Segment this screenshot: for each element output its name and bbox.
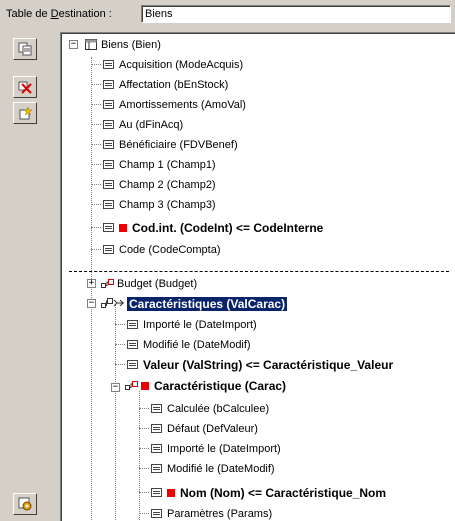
copy-table-button[interactable] [13,38,37,60]
field-icon [151,509,162,518]
tree-field[interactable]: Importé le (DateImport) [151,440,281,457]
tree-field[interactable]: Champ 2 (Champ2) [103,176,216,193]
field-icon [103,120,114,129]
tree-field[interactable]: Importé le (DateImport) [127,316,257,333]
destination-table-input[interactable] [141,5,451,23]
field-icon [151,444,162,453]
tree-field-mapped[interactable]: Valeur (ValString) <= Caractéristique_Va… [127,356,393,373]
tree-field[interactable]: Calculée (bCalculee) [151,400,269,417]
tree-link-budget[interactable]: Budget (Budget) [101,275,197,292]
collapse-carac-link-toggle[interactable]: − [111,383,120,392]
tree-field-mapped[interactable]: Nom (Nom) <= Caractéristique_Nom [151,484,386,501]
tree-link-caracteristique[interactable]: Caractéristique (Carac) [125,377,286,394]
destination-label: Table de Destination : [6,8,112,20]
tree-link-caracteristiques[interactable]: Caractéristiques (ValCarac) [101,295,288,312]
delete-link-button[interactable] [13,76,37,98]
collapse-root-toggle[interactable]: − [69,40,78,49]
destination-bar: Table de Destination : [0,0,455,28]
field-icon [151,424,162,433]
field-icon [127,360,138,369]
tree-field[interactable]: Bénéficiaire (FDVBenef) [103,136,238,153]
copy-table-icon [18,42,32,56]
field-icon [103,223,114,232]
tree-field[interactable]: Code (CodeCompta) [103,241,221,258]
delete-link-icon [18,81,32,94]
new-item-icon [19,106,32,120]
tree-field[interactable]: Affectation (bEnStock) [103,76,228,93]
field-icon [151,404,162,413]
new-item-button[interactable] [13,102,37,124]
collapse-carac-toggle[interactable]: − [87,299,96,308]
field-tree[interactable]: − Biens (Bien) Acquisition (ModeAcquis) … [60,32,455,521]
field-icon [103,245,114,254]
tree-field[interactable]: Au (dFinAcq) [103,116,183,133]
tree-field[interactable]: Champ 3 (Champ3) [103,196,216,213]
expand-budget-toggle[interactable]: + [87,279,96,288]
field-icon [127,320,138,329]
tree-field-mapped[interactable]: Cod.int. (CodeInt) <= CodeInterne [103,219,323,236]
tree-field[interactable]: Modifié le (DateModif) [151,460,275,477]
separator [69,271,449,272]
mapped-marker-icon [141,381,149,390]
tree-field[interactable]: Paramètres (Params) [151,505,272,521]
table-icon [85,39,97,50]
field-icon [127,340,138,349]
field-icon [103,200,114,209]
field-icon [103,100,114,109]
field-icon [151,488,162,497]
multi-link-icon [101,298,124,308]
tree-field[interactable]: Acquisition (ModeAcquis) [103,56,243,73]
mapped-marker-icon [167,488,175,497]
link-icon [125,380,138,390]
field-icon [103,60,114,69]
tree-field[interactable]: Champ 1 (Champ1) [103,156,216,173]
tree-root[interactable]: Biens (Bien) [85,36,161,53]
tree-field[interactable]: Amortissements (AmoVal) [103,96,246,113]
settings-button[interactable] [13,493,37,515]
field-icon [103,160,114,169]
field-icon [151,464,162,473]
link-icon [101,278,114,288]
field-icon [103,140,114,149]
mapped-marker-icon [119,223,127,232]
tree-field[interactable]: Modifié le (DateModif) [127,336,251,353]
tree-field[interactable]: Défaut (DefValeur) [151,420,258,437]
settings-icon [18,497,32,511]
toolbar [0,28,60,521]
field-icon [103,180,114,189]
field-icon [103,80,114,89]
